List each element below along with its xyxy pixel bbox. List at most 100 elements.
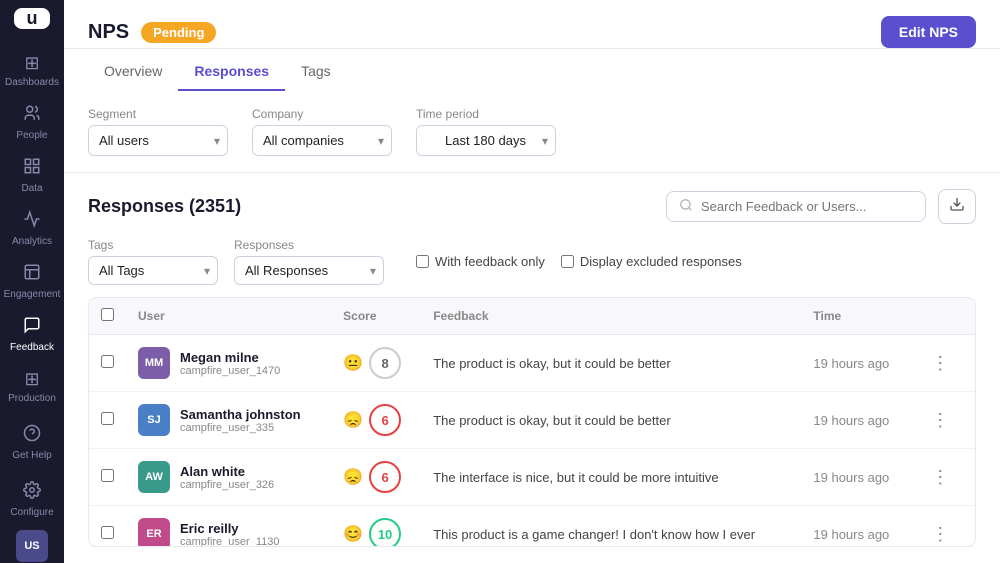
responses-filter-group: Responses All Responses bbox=[234, 238, 384, 285]
time-cell: 19 hours ago bbox=[801, 449, 911, 506]
actions-cell: ⋮ bbox=[911, 449, 975, 506]
table-row: ER Eric reilly campfire_user_1130 😊 10 T… bbox=[89, 506, 975, 548]
sidebar-item-label: Production bbox=[8, 393, 56, 404]
sidebar-item-configure[interactable]: Configure bbox=[4, 473, 60, 526]
row-checkbox-cell bbox=[89, 506, 126, 548]
company-filter: Company All companies bbox=[252, 107, 392, 156]
engagement-icon bbox=[23, 263, 41, 286]
edit-nps-button[interactable]: Edit NPS bbox=[881, 16, 976, 48]
feedback-only-checkbox-label[interactable]: With feedback only bbox=[416, 254, 545, 269]
tab-overview[interactable]: Overview bbox=[88, 53, 178, 91]
sidebar-item-people[interactable]: People bbox=[0, 96, 64, 149]
main-content: NPS Pending Edit NPS Overview Responses … bbox=[64, 0, 1000, 563]
sidebar-item-engagement[interactable]: Engagement bbox=[0, 255, 64, 308]
row-checkbox[interactable] bbox=[101, 526, 114, 539]
user-info: Samantha johnston campfire_user_335 bbox=[180, 407, 301, 434]
user-cell: SJ Samantha johnston campfire_user_335 bbox=[126, 392, 331, 449]
company-select-wrapper: All companies bbox=[252, 125, 392, 156]
header-left: NPS Pending bbox=[88, 21, 216, 44]
row-checkbox-cell bbox=[89, 449, 126, 506]
responses-title: Responses (2351) bbox=[88, 196, 241, 217]
score-cell: 😊 10 bbox=[331, 506, 421, 548]
user-id: campfire_user_326 bbox=[180, 479, 274, 491]
user-avatar[interactable]: US bbox=[16, 530, 48, 562]
user-id: campfire_user_1130 bbox=[180, 536, 279, 548]
row-checkbox[interactable] bbox=[101, 355, 114, 368]
tab-tags[interactable]: Tags bbox=[285, 53, 347, 91]
sidebar-item-data[interactable]: Data bbox=[0, 149, 64, 202]
feedback-cell: This product is a game changer! I don't … bbox=[421, 506, 801, 548]
tags-filter-label: Tags bbox=[88, 238, 218, 252]
sidebar-item-get-help[interactable]: Get Help bbox=[4, 416, 60, 469]
user-cell: MM Megan milne campfire_user_1470 bbox=[126, 335, 331, 392]
user-cell: AW Alan white campfire_user_326 bbox=[126, 449, 331, 506]
avatar: MM bbox=[138, 347, 170, 379]
excluded-checkbox[interactable] bbox=[561, 255, 574, 268]
segment-filter: Segment All users bbox=[88, 107, 228, 156]
score-badge: 8 bbox=[369, 347, 401, 379]
time-select[interactable]: Last 180 days bbox=[416, 125, 556, 156]
sidebar: u ⊞ Dashboards People Data Analytics Eng… bbox=[0, 0, 64, 563]
actions-cell: ⋮ bbox=[911, 506, 975, 548]
sidebar-logo[interactable]: u bbox=[14, 8, 50, 29]
avatar: SJ bbox=[138, 404, 170, 436]
feedback-text: The product is okay, but it could be bet… bbox=[433, 413, 671, 428]
segment-select-wrapper: All users bbox=[88, 125, 228, 156]
score-cell: 😞 6 bbox=[331, 449, 421, 506]
people-icon bbox=[23, 104, 41, 127]
time-select-wrapper: Last 180 days bbox=[416, 125, 556, 156]
feedback-only-checkbox[interactable] bbox=[416, 255, 429, 268]
responses-filter-label: Responses bbox=[234, 238, 384, 252]
sidebar-item-label: Analytics bbox=[12, 236, 52, 247]
tags-select[interactable]: All Tags bbox=[88, 256, 218, 285]
feedback-text: This product is a game changer! I don't … bbox=[433, 527, 755, 542]
download-button[interactable] bbox=[938, 189, 976, 224]
select-all-checkbox[interactable] bbox=[101, 308, 114, 321]
row-checkbox-cell bbox=[89, 392, 126, 449]
sidebar-item-label: Feedback bbox=[10, 342, 54, 353]
more-options-button[interactable]: ⋮ bbox=[923, 520, 957, 548]
user-cell: ER Eric reilly campfire_user_1130 bbox=[126, 506, 331, 548]
sidebar-item-dashboards[interactable]: ⊞ Dashboards bbox=[0, 45, 64, 96]
analytics-icon bbox=[23, 210, 41, 233]
excluded-checkbox-label[interactable]: Display excluded responses bbox=[561, 254, 742, 269]
row-checkbox[interactable] bbox=[101, 412, 114, 425]
responses-select[interactable]: All Responses bbox=[234, 256, 384, 285]
excluded-label: Display excluded responses bbox=[580, 254, 742, 269]
sidebar-item-label: Dashboards bbox=[5, 77, 59, 88]
feedback-text: The interface is nice, but it could be m… bbox=[433, 470, 718, 485]
row-checkbox[interactable] bbox=[101, 469, 114, 482]
table-body: MM Megan milne campfire_user_1470 😐 8 Th… bbox=[89, 335, 975, 548]
score-badge: 6 bbox=[369, 404, 401, 436]
time-filter: Time period Last 180 days bbox=[416, 107, 556, 156]
more-options-button[interactable]: ⋮ bbox=[923, 406, 957, 435]
search-icon bbox=[679, 198, 693, 215]
segment-select[interactable]: All users bbox=[88, 125, 228, 156]
user-name: Eric reilly bbox=[180, 521, 279, 536]
user-info: Eric reilly campfire_user_1130 bbox=[180, 521, 279, 548]
time-cell: 19 hours ago bbox=[801, 335, 911, 392]
tab-responses[interactable]: Responses bbox=[178, 53, 285, 91]
avatar: ER bbox=[138, 518, 170, 547]
segment-label: Segment bbox=[88, 107, 228, 121]
sidebar-item-analytics[interactable]: Analytics bbox=[0, 202, 64, 255]
more-options-button[interactable]: ⋮ bbox=[923, 463, 957, 492]
th-user: User bbox=[126, 298, 331, 335]
more-options-button[interactable]: ⋮ bbox=[923, 349, 957, 378]
data-icon bbox=[23, 157, 41, 180]
responses-table: User Score Feedback Time MM Megan milne bbox=[89, 298, 975, 547]
company-select[interactable]: All companies bbox=[252, 125, 392, 156]
search-box bbox=[666, 191, 926, 222]
time-text: 19 hours ago bbox=[813, 413, 889, 428]
time-text: 19 hours ago bbox=[813, 527, 889, 542]
table-row: MM Megan milne campfire_user_1470 😐 8 Th… bbox=[89, 335, 975, 392]
time-text: 19 hours ago bbox=[813, 356, 889, 371]
sidebar-item-production[interactable]: ⊞ Production bbox=[4, 361, 60, 412]
table-header-row: User Score Feedback Time bbox=[89, 298, 975, 335]
sidebar-item-feedback[interactable]: Feedback bbox=[0, 308, 64, 361]
dashboards-icon: ⊞ bbox=[24, 53, 39, 74]
th-feedback: Feedback bbox=[421, 298, 801, 335]
search-input[interactable] bbox=[701, 199, 913, 214]
sidebar-item-label: Engagement bbox=[4, 289, 61, 300]
help-icon bbox=[23, 424, 41, 447]
